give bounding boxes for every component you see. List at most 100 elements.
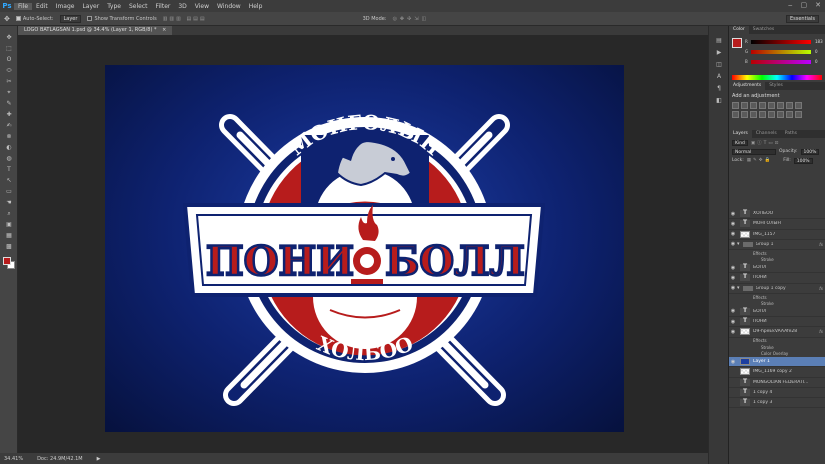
tool-icon-2[interactable]: ʘ (0, 54, 18, 65)
photo-filter-icon[interactable] (732, 111, 739, 118)
menu-layer[interactable]: Layer (78, 3, 103, 10)
g-value[interactable]: 0 (815, 49, 825, 54)
layer-name[interactable]: Group 1 (756, 242, 774, 247)
layer-name[interactable]: 1 copy 3 (753, 400, 772, 405)
panel-toggle-icon-2[interactable]: ◫ (709, 58, 729, 70)
menu-file[interactable]: File (14, 2, 33, 10)
tool-icon-13[interactable]: ↖ (0, 175, 18, 186)
color-spectrum[interactable] (732, 75, 822, 80)
tool-icon-6[interactable]: ✎ (0, 98, 18, 109)
panel-toggle-icon-0[interactable]: ▤ (709, 34, 729, 46)
document-tab[interactable]: LOGO BATLAGSAN 1.psd @ 34.4% (Layer 1, R… (18, 26, 173, 35)
layer-row[interactable]: T1 copy 4 (729, 388, 825, 398)
menu-filter[interactable]: Filter (152, 3, 175, 10)
auto-select-checkbox[interactable]: Auto-Select: (15, 15, 54, 22)
selective-color-icon[interactable] (795, 111, 802, 118)
posterize-icon[interactable] (768, 111, 775, 118)
layer-name[interactable]: Layer 1 (753, 359, 770, 364)
channel-mixer-icon[interactable] (741, 111, 748, 118)
layer-name[interactable]: БОЛЛ (753, 265, 766, 270)
hue-icon[interactable] (777, 102, 784, 109)
menu-image[interactable]: Image (52, 3, 79, 10)
tool-icon-15[interactable]: ☚ (0, 197, 18, 208)
layer-row[interactable]: ◉ ▾ Group 1 fx (729, 240, 825, 250)
r-slider[interactable] (751, 40, 811, 44)
align-icons[interactable]: ▥▥▥ ▤▤▤ (163, 16, 207, 22)
tool-icon-12[interactable]: T (0, 164, 18, 175)
exposure-icon[interactable] (759, 102, 766, 109)
layer-name[interactable]: MONGOLIAN FEDERATI... (753, 380, 808, 385)
brightness-icon[interactable] (732, 102, 739, 109)
layer-name[interactable]: IMG_1157 (753, 232, 775, 237)
layer-name[interactable]: ХОЛБОО (753, 211, 773, 216)
tool-icon-18[interactable]: ▦ (0, 230, 18, 241)
menu-help[interactable]: Help (245, 3, 267, 10)
threshold-icon[interactable] (777, 111, 784, 118)
layer-name[interactable]: МОНГОЛЫН (753, 221, 781, 226)
curves-icon[interactable] (750, 102, 757, 109)
maximize-icon[interactable]: ▢ (801, 1, 808, 9)
color-lookup-icon[interactable] (750, 111, 757, 118)
tab-paths[interactable]: Paths (781, 130, 801, 138)
visibility-eye-icon[interactable]: ◉ (729, 359, 737, 365)
tool-icon-16[interactable]: ⌕ (0, 208, 18, 219)
layer-row[interactable]: T MONGOLIAN FEDERATI... (729, 378, 825, 388)
r-value[interactable]: 183 (815, 39, 825, 44)
layer-row[interactable]: ◉ T ПОНИ (729, 317, 825, 328)
visibility-eye-icon[interactable]: ◉ (729, 265, 737, 271)
tool-icon-11[interactable]: ◍ (0, 153, 18, 164)
panel-toggle-icon-1[interactable]: ▶ (709, 46, 729, 58)
tool-icon-9[interactable]: ⊗ (0, 131, 18, 142)
layer-row[interactable]: ◉ D9-hpeEkVAAAfe28 fx (729, 327, 825, 338)
tab-color[interactable]: Color (729, 26, 749, 34)
visibility-eye-icon[interactable]: ◉ (729, 319, 737, 325)
visibility-eye-icon[interactable]: ◉ (729, 329, 737, 335)
layer-fx-icon[interactable]: fx (819, 329, 823, 334)
tab-swatches[interactable]: Swatches (749, 26, 779, 34)
status-arrow-icon[interactable]: ▶ (97, 456, 101, 462)
tool-icon-19[interactable]: ▩ (0, 241, 18, 252)
levels-icon[interactable] (741, 102, 748, 109)
tab-close-icon[interactable]: × (162, 27, 166, 33)
tool-icon-8[interactable]: ✍ (0, 120, 18, 131)
color-balance-icon[interactable] (786, 102, 793, 109)
foreground-color-swatch[interactable] (3, 257, 11, 265)
zoom-level[interactable]: 34.41% (4, 456, 23, 462)
expand-arrow-icon[interactable]: ▾ (737, 285, 740, 291)
visibility-eye-icon[interactable]: ◉ (729, 231, 737, 237)
b-value[interactable]: 0 (815, 59, 825, 64)
layer-name[interactable]: IMG_1169 copy 2 (753, 369, 792, 374)
visibility-eye-icon[interactable]: ◉ (729, 275, 737, 281)
menu-type[interactable]: Type (103, 3, 125, 10)
visibility-eye-icon[interactable]: ◉ (729, 211, 737, 217)
tool-icon-14[interactable]: ▭ (0, 186, 18, 197)
layer-row[interactable]: ◉ T МОНГОЛЫН (729, 219, 825, 230)
layer-row[interactable]: ◉ Layer 1 (729, 357, 825, 368)
fill-input[interactable]: 100% (793, 157, 813, 164)
document-canvas[interactable]: ★ ★ МОНГОЛЫН (105, 65, 624, 432)
auto-select-dropdown[interactable]: Layer (59, 14, 82, 23)
tool-icon-7[interactable]: ✚ (0, 109, 18, 120)
menu-edit[interactable]: Edit (32, 3, 52, 10)
menu-select[interactable]: Select (125, 3, 152, 10)
layer-name[interactable]: БОЛЛ (753, 309, 766, 314)
transform-controls-checkbox[interactable]: Show Transform Controls (87, 15, 157, 22)
g-slider[interactable] (751, 50, 811, 54)
opacity-input[interactable]: 100% (800, 148, 820, 155)
layer-row[interactable]: ◉ T БОЛЛ (729, 263, 825, 274)
tool-icon-10[interactable]: ◐ (0, 142, 18, 153)
tool-icon-17[interactable]: ▣ (0, 219, 18, 230)
layer-row[interactable]: ◉ T ПОНИ (729, 273, 825, 284)
tool-icon-1[interactable]: ⬚ (0, 43, 18, 54)
layer-fx-icon[interactable]: fx (819, 242, 823, 247)
filter-icons[interactable]: ▣ⓘT▭⊡ (751, 140, 781, 146)
layer-row[interactable]: ◉ ▾ Group 1 copy fx (729, 284, 825, 294)
layer-name[interactable]: ПОНИ (753, 275, 767, 280)
minimize-icon[interactable]: ‒ (788, 1, 792, 9)
gradient-map-icon[interactable] (786, 111, 793, 118)
panel-toggle-icon-4[interactable]: ¶ (709, 82, 729, 94)
tab-channels[interactable]: Channels (752, 130, 781, 138)
tab-layers[interactable]: Layers (729, 130, 752, 138)
layer-row[interactable]: ◉ T БОЛЛ (729, 307, 825, 317)
3d-mode-icons[interactable]: ◎✥✣⇲◫ (393, 16, 430, 22)
